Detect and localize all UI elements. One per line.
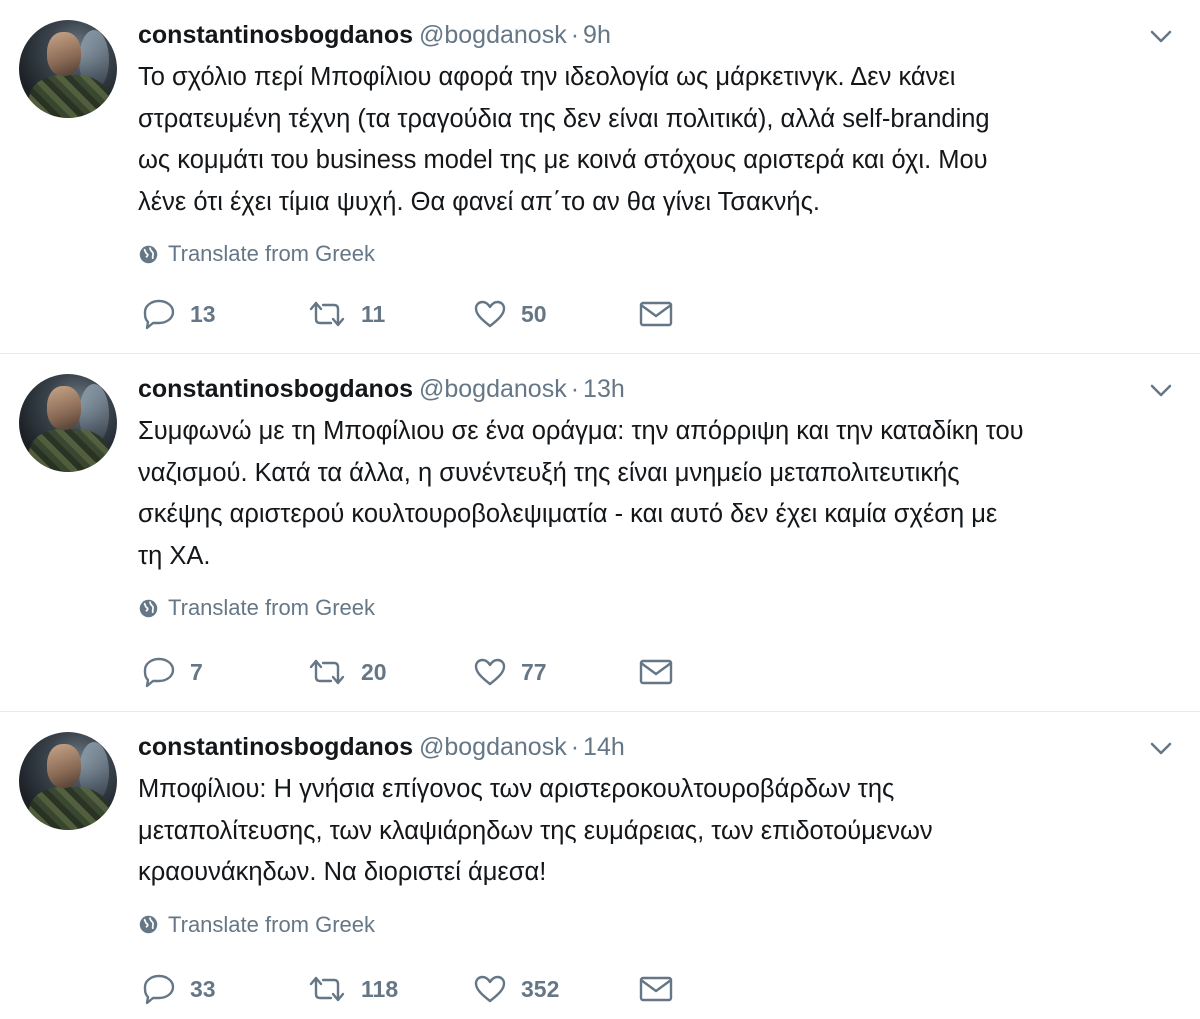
heart-icon — [474, 658, 506, 686]
avatar[interactable] — [19, 20, 117, 118]
retweet-count: 118 — [361, 975, 399, 1002]
reply-count: 7 — [190, 658, 203, 685]
envelope-icon — [639, 301, 673, 327]
globe-icon — [139, 599, 158, 617]
chevron-down-icon[interactable] — [1150, 742, 1172, 756]
tweet-header: constantinosbogdanos @bogdanosk · 14h — [138, 730, 1183, 764]
avatar[interactable] — [19, 374, 117, 472]
retweet-icon — [309, 301, 345, 327]
translate-label: Translate from Greek — [168, 595, 376, 620]
tweet[interactable]: constantinosbogdanos @bogdanosk · 9h Το σχό… — [0, 0, 1200, 354]
tweet-text: Συμφωνώ με τη Μποφίλιου σε ένα οράγμα: τ… — [138, 417, 1024, 570]
display-name[interactable]: constantinosbogdanos — [138, 733, 413, 761]
tweet-actions: 7 20 77 — [142, 656, 679, 688]
like-button[interactable]: 352 — [473, 974, 639, 1004]
retweet-button[interactable]: 118 — [307, 974, 473, 1004]
chevron-down-icon[interactable] — [1150, 30, 1172, 44]
like-count: 77 — [521, 658, 547, 685]
translate-link[interactable]: Translate from Greek — [138, 910, 1183, 940]
like-count: 352 — [521, 975, 560, 1002]
timestamp[interactable]: 14h — [583, 733, 625, 761]
tweet[interactable]: constantinosbogdanos @bogdanosk · 14h Μποφί… — [0, 712, 1200, 1019]
display-name[interactable]: constantinosbogdanos — [138, 375, 413, 403]
globe-icon — [139, 915, 158, 934]
translate-label: Translate from Greek — [168, 241, 376, 266]
time-separator: · — [570, 733, 580, 761]
time-separator: · — [570, 21, 580, 49]
translate-link[interactable]: Translate from Greek — [138, 593, 1183, 623]
reply-button[interactable]: 7 — [142, 656, 307, 688]
like-button[interactable]: 50 — [473, 299, 639, 329]
direct-message-button[interactable] — [639, 975, 679, 1003]
reply-count: 33 — [190, 975, 216, 1002]
reply-button[interactable]: 13 — [142, 298, 307, 330]
retweet-button[interactable]: 11 — [307, 299, 473, 329]
tweet-header: constantinosbogdanos @bogdanosk · 9h — [138, 18, 1183, 52]
reply-icon — [143, 657, 175, 688]
timestamp[interactable]: 9h — [583, 21, 611, 49]
time-separator: · — [570, 375, 580, 403]
reply-button[interactable]: 33 — [142, 973, 307, 1005]
reply-icon — [143, 974, 175, 1005]
handle[interactable]: @bogdanosk — [419, 21, 567, 49]
handle[interactable]: @bogdanosk — [419, 375, 567, 403]
chevron-down-icon[interactable] — [1150, 384, 1172, 398]
globe-icon — [139, 245, 158, 263]
retweet-button[interactable]: 20 — [307, 657, 473, 687]
retweet-count: 11 — [361, 300, 386, 327]
handle[interactable]: @bogdanosk — [419, 733, 567, 761]
direct-message-button[interactable] — [639, 300, 679, 328]
reply-count: 13 — [190, 300, 216, 327]
heart-icon — [474, 975, 506, 1003]
tweet-text: Μποφίλιου: Η γνήσια επίγονος των αριστερ… — [138, 775, 933, 886]
translate-label: Translate from Greek — [168, 911, 376, 937]
tweet-text: Το σχόλιο περί Μποφίλιου αφορά την ιδεολ… — [138, 63, 990, 216]
avatar[interactable] — [19, 732, 117, 830]
translate-link[interactable]: Translate from Greek — [138, 239, 1183, 269]
tweet-actions: 13 11 50 — [142, 298, 679, 330]
retweet-icon — [309, 976, 345, 1002]
heart-icon — [474, 300, 506, 328]
like-count: 50 — [521, 300, 547, 327]
like-button[interactable]: 77 — [473, 657, 639, 687]
tweet-header: constantinosbogdanos @bogdanosk · 13h — [138, 372, 1183, 406]
display-name[interactable]: constantinosbogdanos — [138, 21, 413, 49]
envelope-icon — [639, 976, 673, 1002]
retweet-icon — [309, 659, 345, 685]
tweet-actions: 33 118 352 — [142, 973, 679, 1005]
tweet[interactable]: constantinosbogdanos @bogdanosk · 13h Συμφω… — [0, 354, 1200, 712]
reply-icon — [143, 299, 175, 330]
tweet-feed: constantinosbogdanos @bogdanosk · 9h Το σχό… — [0, 0, 1200, 1019]
retweet-count: 20 — [361, 658, 387, 685]
direct-message-button[interactable] — [639, 658, 679, 686]
timestamp[interactable]: 13h — [583, 375, 625, 403]
envelope-icon — [639, 659, 673, 685]
